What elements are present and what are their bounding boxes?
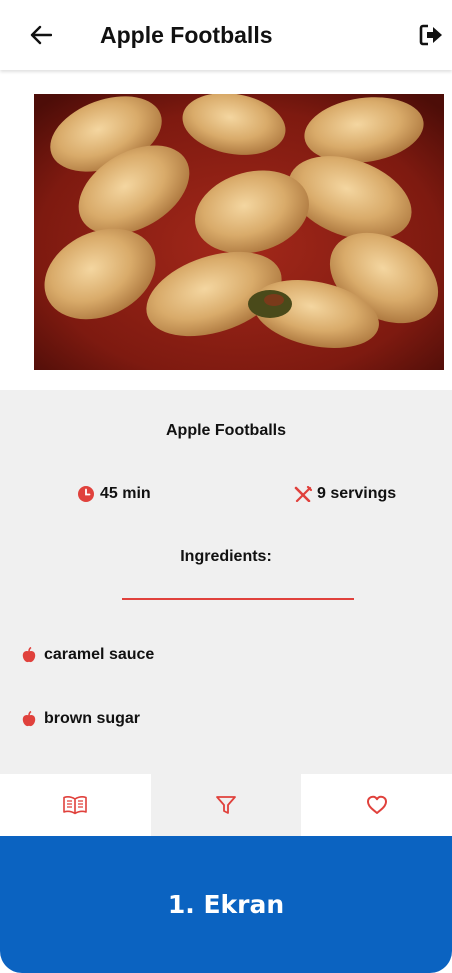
sign-out-icon: [419, 24, 442, 46]
arrow-left-icon: [30, 25, 52, 45]
apple-icon: [22, 647, 36, 663]
recipe-photo-illustration: [34, 94, 444, 370]
book-icon: [63, 796, 88, 815]
heart-icon: [366, 795, 387, 814]
recipe-title: Apple Footballs: [166, 422, 286, 439]
image-area: [0, 70, 452, 390]
screen-caption: 1. Ekran: [0, 836, 452, 973]
recipe-info: Apple Footballs 45 min 9 servings Ingred…: [0, 390, 452, 774]
cooking-time: 45 min: [78, 485, 151, 503]
filter-icon: [216, 796, 236, 814]
ingredients-divider: [122, 598, 354, 600]
back-button[interactable]: [24, 18, 58, 52]
list-item: caramel sauce: [22, 646, 154, 664]
list-item: brown sugar: [22, 710, 140, 728]
cooking-time-value: 45 min: [100, 485, 151, 502]
app-screen: Apple Footballs Apple Footballs 45 min 9…: [0, 0, 452, 973]
apple-icon: [22, 711, 36, 727]
nav-recipes[interactable]: [0, 774, 151, 836]
servings-value: 9 servings: [317, 485, 397, 502]
recipe-photo: [34, 94, 444, 370]
bottom-navigation: [0, 774, 452, 836]
page-title: Apple Footballs: [100, 22, 273, 48]
ingredients-heading: Ingredients:: [180, 548, 272, 565]
clock-icon: [78, 486, 94, 502]
logout-button[interactable]: [416, 20, 446, 50]
nav-filter[interactable]: [150, 774, 302, 836]
utensils-icon: [294, 486, 312, 502]
servings: 9 servings: [294, 485, 396, 503]
nav-favorites[interactable]: [301, 774, 452, 836]
ingredient-name: brown sugar: [44, 710, 141, 727]
ingredient-name: caramel sauce: [44, 646, 155, 663]
app-bar: Apple Footballs: [0, 0, 452, 70]
